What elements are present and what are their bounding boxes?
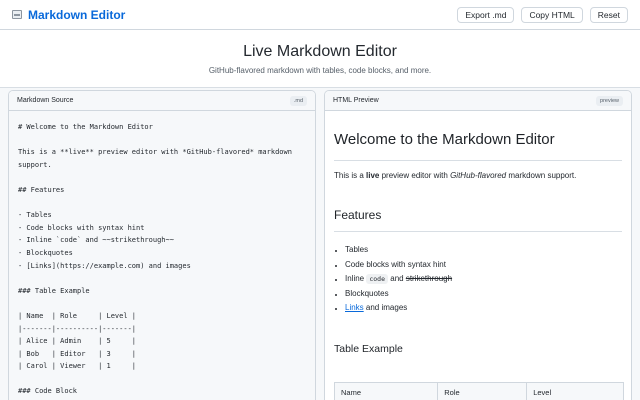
feature-code-blocks: Code blocks with syntax hint (345, 259, 446, 269)
source-line: support. (18, 160, 52, 169)
source-line: # Welcome to the Markdown Editor (18, 123, 153, 131)
strikethrough-text: strikethrough (405, 274, 453, 283)
source-badge: .md (289, 95, 307, 106)
preview-heading-1: Welcome to the Markdown Editor (334, 131, 622, 161)
list-item: Code blocks with syntax hint (345, 258, 622, 273)
preview-panel-header: HTML Preview preview (325, 91, 631, 111)
copy-html-button[interactable]: Copy HTML (521, 6, 583, 23)
feature-list: Tables Code blocks with syntax hint Inli… (334, 243, 622, 316)
list-item: Inline code and strikethrough (345, 272, 622, 287)
feature-and-text: and (388, 274, 406, 283)
brand: Markdown Editor (12, 8, 125, 22)
intro-text-end: markdown support. (506, 171, 577, 180)
preview-table: Name Role Level (333, 381, 624, 400)
source-line (18, 171, 307, 184)
hero: Live Markdown Editor GitHub-flavored mar… (0, 30, 640, 88)
markdown-source-panel: Markdown Source .md # Welcome to the Mar… (8, 90, 316, 400)
source-panel-header: Markdown Source .md (9, 91, 315, 111)
source-line: ### Table Example (18, 286, 90, 295)
page-title: Live Markdown Editor (243, 43, 397, 60)
table-header-name: Name (333, 381, 439, 400)
app-title: Markdown Editor (28, 7, 126, 22)
source-line: - Code blocks with syntax hint (18, 223, 145, 232)
intro-text-start: This is a (334, 171, 367, 180)
source-line (18, 297, 307, 310)
preview-panel-title: HTML Preview (333, 97, 379, 104)
source-line: - Blockquotes (18, 248, 73, 257)
source-line: ## Features (18, 185, 65, 194)
source-line: | Alice | Admin | 5 | (18, 337, 137, 346)
feature-blockquotes: Blockquotes (345, 288, 389, 298)
source-panel-title: Markdown Source (17, 97, 74, 104)
html-preview-panel: HTML Preview preview Welcome to the Mark… (324, 90, 632, 400)
source-line: - Inline `code` and ~~strikethrough~~ (18, 236, 174, 245)
source-line: | Bob | Editor | 3 | (18, 349, 137, 358)
markdown-source-editor[interactable]: # Welcome to the Markdown Editor This is … (9, 111, 315, 400)
toolbar: Export .md Copy HTML Reset (457, 6, 628, 23)
source-line: | Carol | Viewer | 1 | (18, 362, 137, 371)
table-header-level: Level (526, 381, 624, 400)
intro-text-middle: preview editor with (379, 171, 451, 180)
list-item: Blockquotes (345, 287, 622, 302)
preview-heading-2: Features (334, 208, 622, 232)
source-line (18, 272, 307, 285)
source-line: | Name | Role | Level | (18, 311, 137, 320)
source-line: - Tables (18, 211, 52, 220)
list-item: Links and images (345, 301, 622, 316)
keyboard-icon (12, 10, 22, 19)
source-line: - [Links](https://example.com) and image… (18, 261, 191, 270)
source-line: ### Code Block (18, 387, 78, 396)
reset-button[interactable]: Reset (589, 6, 628, 23)
preview-heading-3: Table Example (334, 342, 403, 355)
intro-italic-text: GitHub-flavored (450, 171, 507, 180)
inline-code: code (366, 274, 389, 284)
html-preview: Welcome to the Markdown Editor This is a… (325, 111, 631, 400)
page-subtitle: GitHub-flavored markdown with tables, co… (208, 66, 432, 75)
links-link[interactable]: Links (345, 303, 364, 312)
source-line: |-------|----------|-------| (18, 324, 137, 333)
source-line (18, 134, 307, 147)
source-line (18, 197, 307, 210)
preview-intro-paragraph: This is a live preview editor with GitHu… (334, 170, 622, 182)
source-line: This is a **live** preview editor with *… (18, 148, 292, 157)
app-header: Markdown Editor Export .md Copy HTML Res… (0, 0, 640, 30)
intro-bold-text: live (366, 171, 380, 180)
list-item: Tables (345, 243, 622, 258)
export-md-button[interactable]: Export .md (457, 6, 515, 23)
feature-inline-text: Inline (345, 274, 367, 283)
feature-tables: Tables (345, 245, 369, 254)
table-header-row: Name Role Level (333, 381, 624, 400)
feature-images-text: and images (363, 303, 408, 312)
table-header-role: Role (437, 381, 528, 400)
preview-badge: preview (596, 95, 623, 106)
source-line (18, 373, 307, 386)
